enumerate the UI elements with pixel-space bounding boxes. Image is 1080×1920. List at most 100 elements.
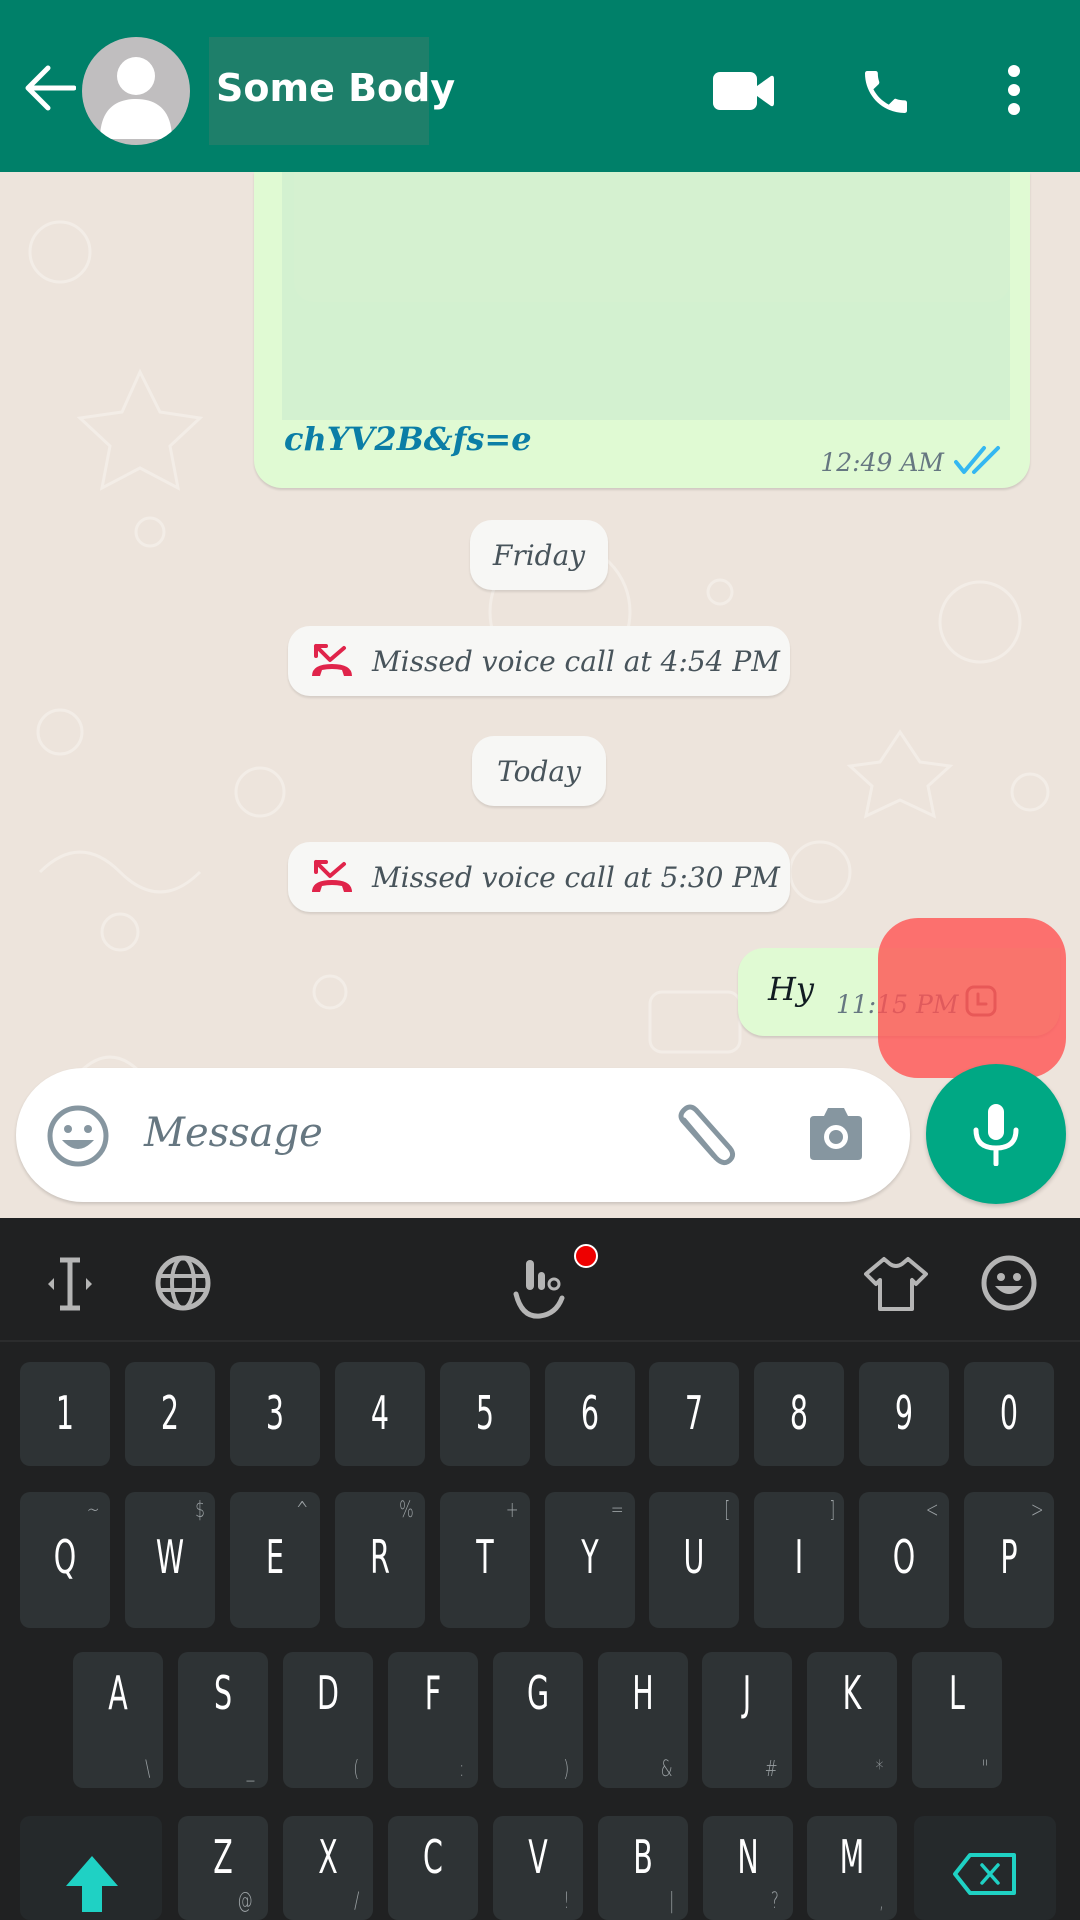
key-m[interactable]: M,: [807, 1816, 898, 1920]
key-label: J: [743, 1666, 752, 1720]
missed-call-icon: [312, 644, 352, 676]
key-s[interactable]: S _: [177, 1652, 268, 1788]
cursor-move-icon[interactable]: [44, 1256, 96, 1312]
key-label: L: [949, 1666, 966, 1720]
key-3[interactable]: 3: [229, 1362, 320, 1466]
avatar-placeholder-icon: [100, 57, 172, 139]
key-label: A: [108, 1666, 128, 1720]
emoji-icon[interactable]: [46, 1104, 110, 1168]
key-alt-symbol: [: [724, 1498, 731, 1523]
key-i[interactable]: I]: [754, 1492, 845, 1628]
key-label: 7: [685, 1386, 704, 1440]
key-g[interactable]: G): [492, 1652, 583, 1788]
key-label: R: [369, 1530, 390, 1584]
key-n[interactable]: N?: [702, 1816, 793, 1920]
missed-call-text: Missed voice call at 4:54 PM: [372, 644, 780, 678]
voice-message-button[interactable]: [926, 1064, 1066, 1204]
key-alt-symbol: @: [237, 1889, 253, 1914]
key-f[interactable]: F:: [387, 1652, 478, 1788]
key-label: F: [424, 1666, 441, 1720]
key-0[interactable]: 0: [964, 1362, 1055, 1466]
chat-area[interactable]: chYV2B&fs=e 12:49 AM Friday Missed voice…: [0, 172, 1080, 1218]
key-k[interactable]: K *: [807, 1652, 898, 1788]
date-label: Friday: [492, 538, 586, 572]
key-a[interactable]: A \: [73, 1652, 163, 1788]
key-1[interactable]: 1: [20, 1362, 110, 1466]
shift-key[interactable]: [20, 1816, 162, 1920]
emoji-icon[interactable]: [980, 1254, 1038, 1312]
back-arrow-icon[interactable]: [22, 64, 76, 112]
key-d[interactable]: D(: [282, 1652, 373, 1788]
key-2[interactable]: 2: [124, 1362, 215, 1466]
key-z[interactable]: Z @: [178, 1816, 268, 1920]
key-y[interactable]: Y =: [544, 1492, 635, 1628]
key-alt-symbol: >: [1030, 1498, 1044, 1523]
date-label: Today: [497, 754, 581, 788]
keyboard-toolbar: [0, 1218, 1080, 1342]
date-separator-today: Today: [472, 736, 606, 806]
key-9[interactable]: 9: [859, 1362, 950, 1466]
key-label: Y: [580, 1530, 599, 1584]
key-label: 5: [475, 1386, 494, 1440]
message-link-text[interactable]: chYV2B&fs=e: [284, 420, 532, 458]
key-label: M: [840, 1830, 865, 1884]
key-t[interactable]: T +: [439, 1492, 530, 1628]
attach-paperclip-icon[interactable]: [672, 1102, 744, 1166]
key-u[interactable]: U[: [649, 1492, 740, 1628]
key-6[interactable]: 6: [544, 1362, 635, 1466]
missed-call-notice[interactable]: Missed voice call at 4:54 PM: [288, 626, 790, 696]
key-alt-symbol: (: [353, 1757, 360, 1782]
key-label: B: [632, 1830, 653, 1884]
key-r[interactable]: R%: [334, 1492, 425, 1628]
backspace-key[interactable]: [914, 1816, 1056, 1920]
message-input-container[interactable]: Message: [16, 1068, 910, 1202]
link-preview[interactable]: [282, 172, 1010, 420]
key-e[interactable]: E ^: [229, 1492, 320, 1628]
camera-icon[interactable]: [806, 1106, 866, 1162]
key-label: C: [422, 1830, 443, 1884]
contact-name[interactable]: Some Body: [216, 66, 455, 110]
key-label: K: [842, 1666, 862, 1720]
key-j[interactable]: J #: [702, 1652, 793, 1788]
key-label: 2: [160, 1386, 179, 1440]
contact-avatar[interactable]: [82, 37, 190, 145]
key-label: X: [318, 1830, 338, 1884]
key-h[interactable]: H &: [597, 1652, 688, 1788]
key-label: 0: [1000, 1386, 1019, 1440]
key-alt-symbol: =: [610, 1498, 624, 1523]
more-options-icon[interactable]: [1002, 64, 1026, 116]
key-c[interactable]: C: [387, 1816, 478, 1920]
key-v[interactable]: V!: [492, 1816, 583, 1920]
key-5[interactable]: 5: [439, 1362, 530, 1466]
globe-icon[interactable]: [154, 1254, 212, 1312]
key-x[interactable]: X /: [282, 1816, 373, 1920]
key-q[interactable]: Q ~: [20, 1492, 110, 1628]
missed-call-icon: [312, 860, 352, 892]
key-alt-symbol: *: [875, 1757, 884, 1782]
keyboard: 1 2 3 4 5 6 7 8 9 0 Q ~ W $ E ^ R% T + Y = U[I] O < P > A \ S _ D(F: G)…: [0, 1218, 1080, 1920]
missed-call-notice[interactable]: Missed voice call at 5:30 PM: [288, 842, 790, 912]
key-label: E: [265, 1530, 284, 1584]
key-o[interactable]: O <: [859, 1492, 950, 1628]
notification-dot: [574, 1244, 598, 1268]
key-label: V: [527, 1830, 548, 1884]
key-label: I: [795, 1530, 804, 1584]
voice-call-icon[interactable]: [858, 64, 914, 120]
outgoing-message-link[interactable]: chYV2B&fs=e 12:49 AM: [254, 172, 1030, 488]
key-label: 8: [790, 1386, 809, 1440]
touchpal-gesture-icon[interactable]: [512, 1258, 568, 1320]
key-4[interactable]: 4: [334, 1362, 425, 1466]
theme-shirt-icon[interactable]: [864, 1256, 928, 1312]
key-l[interactable]: L ": [912, 1652, 1003, 1788]
key-alt-symbol: ^: [296, 1498, 310, 1523]
key-p[interactable]: P >: [964, 1492, 1055, 1628]
key-alt-symbol: :: [459, 1757, 465, 1782]
message-input[interactable]: Message: [144, 1110, 323, 1156]
key-7[interactable]: 7: [649, 1362, 740, 1466]
video-call-icon[interactable]: [713, 70, 775, 112]
key-alt-symbol: _: [246, 1757, 255, 1782]
key-8[interactable]: 8: [754, 1362, 845, 1466]
key-w[interactable]: W $: [124, 1492, 215, 1628]
backspace-icon: [953, 1853, 1016, 1895]
key-b[interactable]: B |: [597, 1816, 688, 1920]
